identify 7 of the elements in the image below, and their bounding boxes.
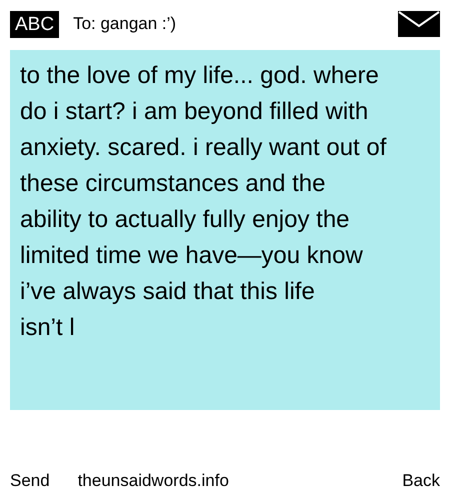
back-button[interactable]: Back (402, 468, 440, 494)
site-link[interactable]: theunsaidwords.info (78, 468, 229, 494)
message-text[interactable]: to the love of my life... god. where do i start? i am beyond filled with anxiety. scared. i really want out of these circumstances and the ability to actually fully enjoy the limited time we have—you know i’ve always said that this life isn’t l (10, 50, 440, 410)
envelope-icon[interactable] (398, 11, 440, 37)
send-button[interactable]: Send (10, 468, 50, 494)
recipient-label: To: gangan :’) (73, 13, 176, 36)
mode-badge: ABC (10, 10, 60, 38)
